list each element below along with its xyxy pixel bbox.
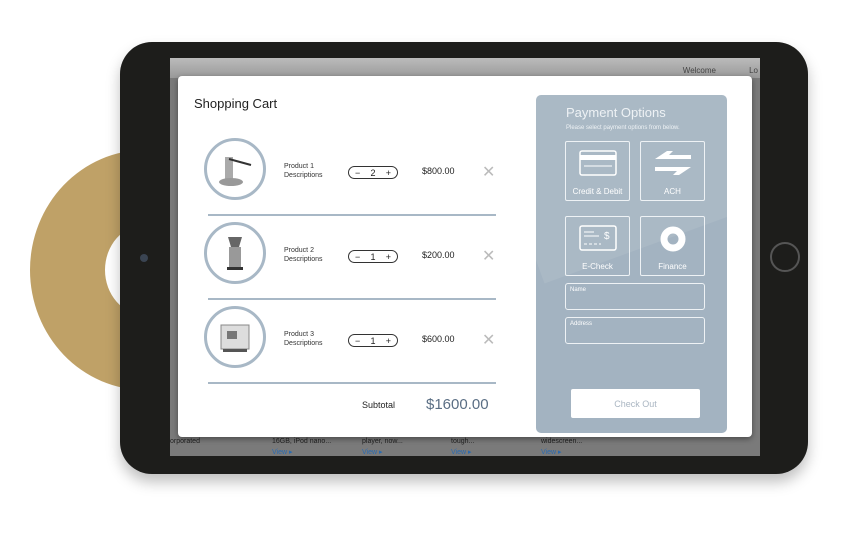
- option-finance[interactable]: Finance: [640, 216, 705, 276]
- top-bar: Welcome Lo: [170, 58, 760, 78]
- product-name: Product 2: [284, 247, 314, 254]
- payment-subtitle: Please select payment options from below…: [566, 125, 680, 131]
- address-label: Address: [570, 321, 593, 327]
- cart-item: Product 1 Descriptions −2 + $800.00 ✕: [204, 132, 496, 216]
- welcome-text: Welcome: [682, 66, 716, 75]
- payment-panel: Payment Options Please select payment op…: [536, 95, 727, 433]
- home-button[interactable]: [770, 242, 800, 272]
- strip-text: 16GB, iPod nano...: [272, 438, 332, 445]
- quantity-stepper[interactable]: −2 +: [348, 166, 398, 179]
- quantity-stepper[interactable]: −1 +: [348, 334, 398, 347]
- view-link[interactable]: View ▸: [362, 448, 383, 456]
- remove-icon[interactable]: ✕: [482, 330, 495, 350]
- strip-text: tough...: [451, 438, 475, 445]
- option-label: Finance: [658, 262, 687, 271]
- view-link[interactable]: View ▸: [541, 448, 562, 456]
- login-link[interactable]: Lo: [749, 66, 758, 75]
- credit-card-icon: [578, 150, 617, 176]
- minus-button[interactable]: −: [355, 252, 360, 262]
- option-e-check[interactable]: $ E-Check: [565, 216, 630, 276]
- product-name: Product 3: [284, 331, 314, 338]
- ring-icon: [660, 226, 685, 252]
- divider: [208, 382, 496, 384]
- cart-item: Product 3 Descriptions −1 + $600.00 ✕: [204, 300, 496, 384]
- minus-button[interactable]: −: [355, 168, 360, 178]
- address-field[interactable]: Address: [565, 317, 705, 344]
- item-price: $800.00: [422, 166, 455, 176]
- cart-modal: Shopping Cart Product 1 Descriptions −2 + …: [178, 76, 752, 437]
- product-name: Product 1: [284, 163, 314, 170]
- cart-item: Product 2 Descriptions −1 + $200.00 ✕: [204, 216, 496, 300]
- plus-button[interactable]: +: [386, 252, 391, 262]
- strip-text: orporated: [170, 438, 200, 445]
- product-image: [204, 222, 266, 284]
- option-label: ACH: [664, 187, 681, 196]
- check-icon: $: [578, 225, 617, 251]
- item-price: $200.00: [422, 250, 455, 260]
- item-price: $600.00: [422, 334, 455, 344]
- product-desc: Descriptions: [284, 340, 323, 347]
- strip-text: player, now...: [362, 438, 403, 445]
- product-desc: Descriptions: [284, 172, 323, 179]
- plus-button[interactable]: +: [386, 336, 391, 346]
- option-label: Credit & Debit: [572, 187, 623, 196]
- product-desc: Descriptions: [284, 256, 323, 263]
- strip-text: widescreen...: [541, 438, 583, 445]
- cart-title: Shopping Cart: [194, 96, 278, 111]
- option-credit-debit[interactable]: Credit & Debit: [565, 141, 630, 201]
- quantity-value: 1: [370, 251, 376, 262]
- camera-icon: [140, 254, 148, 262]
- subtotal-value: $1600.00: [426, 396, 489, 413]
- checkout-button[interactable]: Check Out: [571, 389, 700, 418]
- quantity-value: 2: [370, 167, 376, 178]
- product-image: [204, 306, 266, 368]
- plus-button[interactable]: +: [386, 168, 391, 178]
- transfer-arrows-icon: [654, 151, 691, 175]
- quantity-stepper[interactable]: −1 +: [348, 250, 398, 263]
- quantity-value: 1: [370, 335, 376, 346]
- subtotal-label: Subtotal: [362, 400, 396, 410]
- remove-icon[interactable]: ✕: [482, 162, 495, 182]
- option-ach[interactable]: ACH: [640, 141, 705, 201]
- product-strip: orporated 16GB, iPod nano... player, now…: [170, 436, 760, 456]
- minus-button[interactable]: −: [355, 336, 360, 346]
- svg-text:$: $: [604, 231, 610, 242]
- name-label: Name: [570, 287, 587, 293]
- view-link[interactable]: View ▸: [272, 448, 293, 456]
- view-link[interactable]: View ▸: [451, 448, 472, 456]
- remove-icon[interactable]: ✕: [482, 246, 495, 266]
- option-label: E-Check: [582, 262, 613, 271]
- name-field[interactable]: Name: [565, 283, 705, 310]
- payment-title: Payment Options: [566, 105, 666, 120]
- product-image: [204, 138, 266, 200]
